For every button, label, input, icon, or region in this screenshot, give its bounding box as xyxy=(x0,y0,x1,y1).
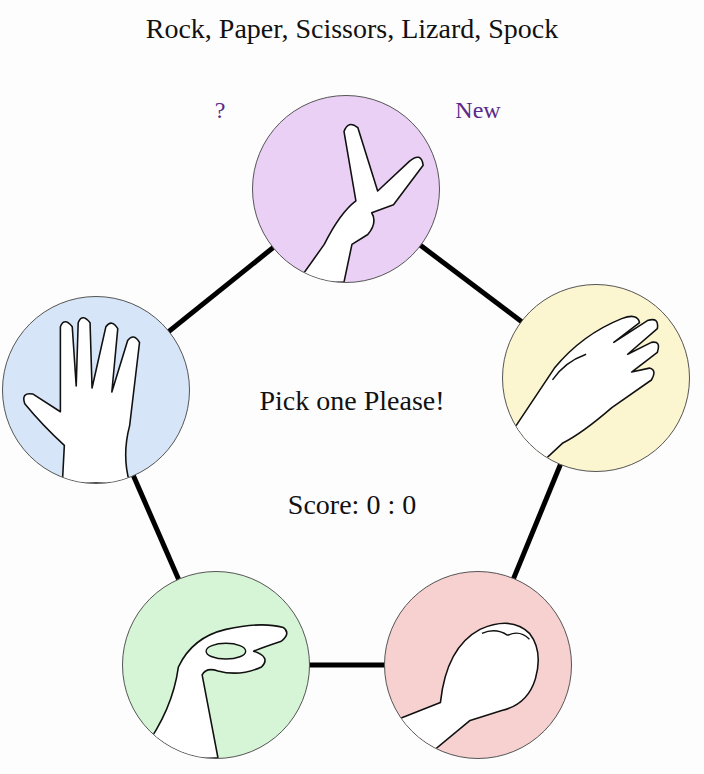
game-page: Rock, Paper, Scissors, Lizard, Spock? New… xyxy=(0,0,704,774)
lizard-choice[interactable] xyxy=(122,571,310,759)
scissors-choice[interactable] xyxy=(252,95,440,283)
spock-choice[interactable] xyxy=(2,296,190,484)
player-score: 0 xyxy=(366,489,380,520)
spock-hand-icon xyxy=(3,297,189,483)
help-link[interactable]: ? xyxy=(205,94,235,126)
rock-hand-icon xyxy=(385,572,571,758)
new-game-link[interactable]: New xyxy=(440,94,516,126)
status-message: Pick one Please! xyxy=(200,383,504,419)
paper-choice[interactable] xyxy=(502,284,690,472)
game-title: Rock, Paper, Scissors, Lizard, Spock xyxy=(0,0,704,46)
rock-choice[interactable] xyxy=(384,571,572,759)
paper-hand-icon xyxy=(503,285,689,471)
scissors-hand-icon xyxy=(253,96,439,282)
score: Score: 0 : 0 xyxy=(200,487,504,523)
computer-score: 0 xyxy=(402,489,416,520)
score-separator: : xyxy=(387,489,395,520)
lizard-hand-icon xyxy=(123,572,309,758)
score-label: Score: xyxy=(288,489,360,520)
